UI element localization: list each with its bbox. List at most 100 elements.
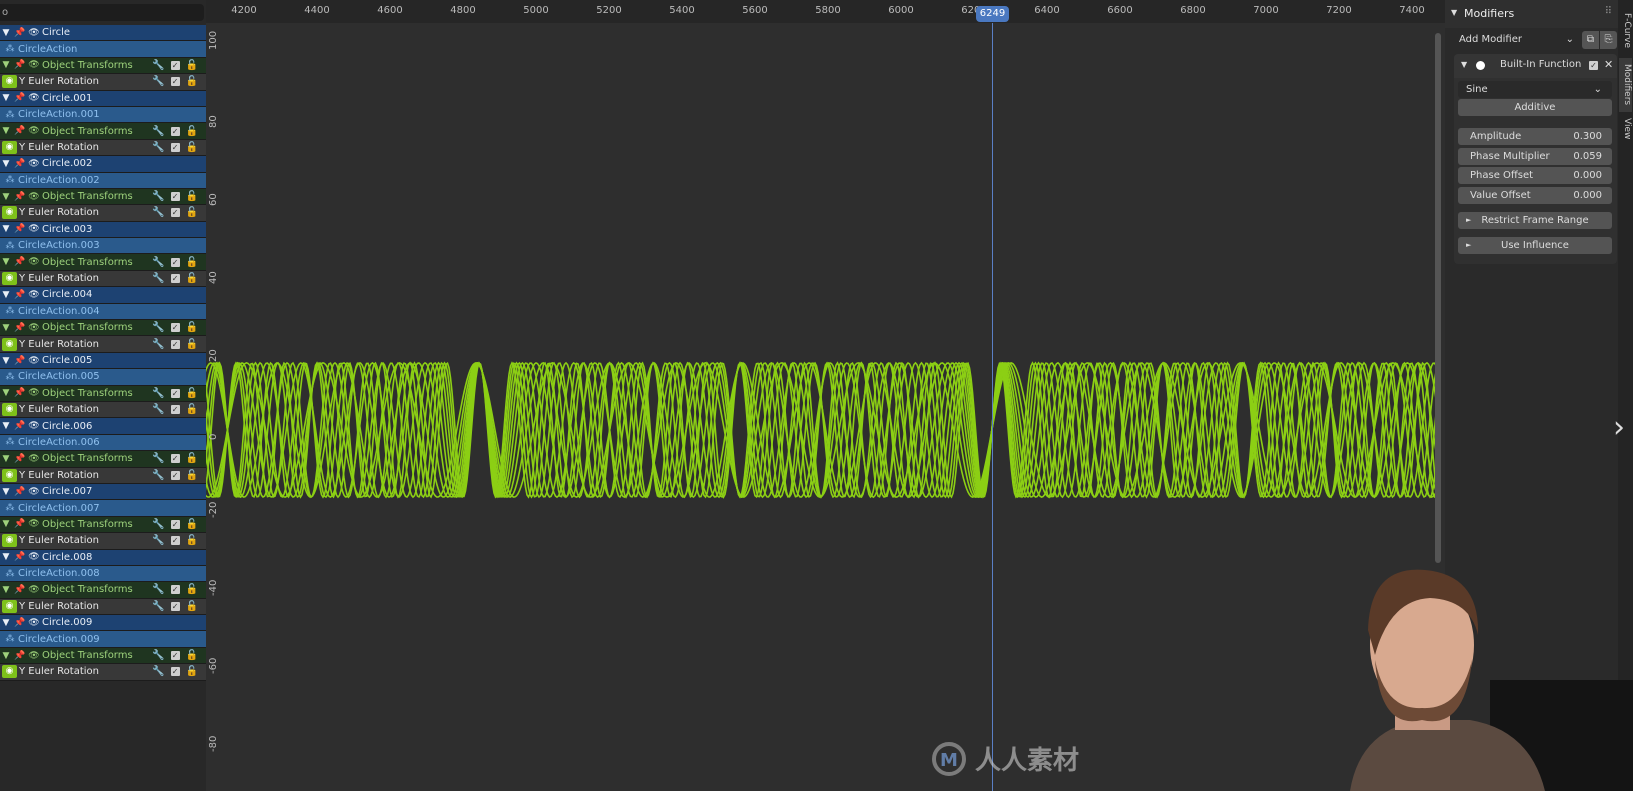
tab-view[interactable]: View	[1619, 114, 1632, 144]
copy-modifiers-icon[interactable]: ⧉	[1582, 31, 1599, 49]
modifier-wrench-icon[interactable]: 🔧	[152, 191, 164, 202]
expand-triangle-icon[interactable]: ▼	[0, 60, 12, 70]
pin-icon[interactable]: 📌	[14, 192, 26, 202]
vertical-scrollbar[interactable]	[1435, 33, 1441, 563]
channel-enable-checkbox[interactable]: ✓	[170, 405, 180, 415]
modifier-wrench-icon[interactable]: 🔧	[152, 470, 164, 481]
channel-enable-checkbox[interactable]: ✓	[170, 339, 180, 349]
channel-object[interactable]: ▼ 📌 👁 Circle.001	[0, 90, 206, 107]
channel-object[interactable]: ▼ 📌 👁 Circle.009	[0, 615, 206, 632]
channel-group[interactable]: ▼ 📌 👁 Object Transforms 🔧 ✓ 🔓	[0, 451, 206, 468]
expand-triangle-icon[interactable]: ▼	[0, 159, 12, 169]
channel-enable-checkbox[interactable]: ✓	[170, 208, 180, 218]
channel-action[interactable]: ⁂ CircleAction.007	[0, 500, 206, 517]
pin-icon[interactable]: 📌	[14, 224, 26, 234]
modifier-field[interactable]: Phase Multiplier 0.059	[1458, 147, 1612, 165]
eye-icon[interactable]: 👁	[28, 159, 40, 169]
expand-triangle-icon[interactable]: ▼	[0, 93, 12, 103]
curve-visibility-icon[interactable]: ◉	[2, 599, 17, 613]
curve-visibility-icon[interactable]: ◉	[2, 272, 17, 286]
channel-object[interactable]: ▼ 📌 👁 Circle.006	[0, 418, 206, 435]
additive-toggle[interactable]: Additive	[1458, 99, 1612, 116]
modifier-wrench-icon[interactable]: 🔧	[152, 601, 164, 612]
expand-triangle-icon[interactable]: ▼	[0, 487, 12, 497]
use-influence-panel[interactable]: ► Use Influence	[1458, 237, 1612, 254]
graph-editor[interactable]: 4200 4400 4600 4800 5000 5200 5400 5600 5800 6000…	[206, 0, 1445, 791]
paste-modifiers-icon[interactable]: ⎘	[1600, 31, 1617, 49]
lock-icon[interactable]: 🔓	[186, 453, 198, 464]
playhead-line[interactable]	[992, 23, 993, 791]
pin-icon[interactable]: 📌	[14, 585, 26, 595]
pin-icon[interactable]: 📌	[14, 126, 26, 136]
lock-icon[interactable]: 🔓	[186, 666, 198, 677]
lock-icon[interactable]: 🔓	[186, 650, 198, 661]
eye-icon[interactable]: 👁	[28, 28, 40, 38]
channel-group[interactable]: ▼ 📌 👁 Object Transforms 🔧 ✓ 🔓	[0, 320, 206, 337]
modifier-field[interactable]: Phase Offset 0.000	[1458, 167, 1612, 184]
channel-object[interactable]: ▼ 📌 👁 Circle.008	[0, 549, 206, 566]
lock-icon[interactable]: 🔓	[186, 404, 198, 415]
pin-icon[interactable]: 📌	[14, 421, 26, 431]
pin-icon[interactable]: 📌	[14, 487, 26, 497]
channel-action[interactable]: ⁂ CircleAction.009	[0, 631, 206, 648]
pin-icon[interactable]: 📌	[14, 60, 26, 70]
lock-icon[interactable]: 🔓	[186, 322, 198, 333]
channel-object[interactable]: ▼ 📌 👁 Circle.003	[0, 221, 206, 239]
pin-icon[interactable]: 📌	[14, 552, 26, 562]
channel-fcurve[interactable]: ◉ Y Euler Rotation 🔧 ✓ 🔓	[0, 139, 206, 157]
curve-visibility-icon[interactable]: ◉	[2, 337, 17, 351]
channel-group[interactable]: ▼ 📌 👁 Object Transforms 🔧 ✓ 🔓	[0, 254, 206, 271]
lock-icon[interactable]: 🔓	[186, 339, 198, 350]
pin-icon[interactable]: 📌	[14, 356, 26, 366]
expand-triangle-icon[interactable]: ▼	[0, 519, 12, 529]
channel-enable-checkbox[interactable]: ✓	[170, 651, 180, 661]
channel-enable-checkbox[interactable]: ✓	[170, 77, 180, 87]
curve-visibility-icon[interactable]: ◉	[2, 206, 17, 220]
channel-fcurve[interactable]: ◉ Y Euler Rotation 🔧 ✓ 🔓	[0, 467, 206, 484]
channel-enable-checkbox[interactable]: ✓	[170, 323, 180, 333]
expand-triangle-icon[interactable]: ▼	[0, 290, 12, 300]
modifier-wrench-icon[interactable]: 🔧	[152, 60, 164, 71]
channel-object[interactable]: ▼ 📌 👁 Circle.005	[0, 352, 206, 370]
frame-ruler[interactable]: 4200 4400 4600 4800 5000 5200 5400 5600 5800 6000…	[206, 0, 1445, 23]
modifier-wrench-icon[interactable]: 🔧	[152, 142, 164, 153]
modifier-header[interactable]: ▼ Built-In Function ✓ ✕	[1454, 54, 1617, 78]
channel-fcurve[interactable]: ◉ Y Euler Rotation 🔧 ✓ 🔓	[0, 401, 206, 419]
pin-icon[interactable]: 📌	[14, 93, 26, 103]
channel-fcurve[interactable]: ◉ Y Euler Rotation 🔧 ✓ 🔓	[0, 664, 206, 681]
expand-triangle-icon[interactable]: ▼	[0, 224, 12, 234]
channel-object[interactable]: ▼ 📌 👁 Circle.004	[0, 287, 206, 304]
pin-icon[interactable]: 📌	[14, 388, 26, 398]
eye-icon[interactable]: 👁	[28, 126, 40, 136]
channel-enable-checkbox[interactable]: ✓	[170, 519, 180, 529]
modifiers-panel-header[interactable]: ▼ Modifiers ⠿	[1445, 0, 1618, 28]
curve-visibility-icon[interactable]: ◉	[2, 534, 17, 548]
modifier-wrench-icon[interactable]: 🔧	[152, 650, 164, 661]
expand-triangle-icon[interactable]: ▼	[0, 126, 12, 136]
channel-action[interactable]: ⁂ CircleAction.005	[0, 369, 206, 386]
expand-triangle-icon[interactable]: ▼	[0, 323, 12, 333]
pin-icon[interactable]: 📌	[14, 454, 26, 464]
channel-enable-checkbox[interactable]: ✓	[170, 142, 180, 152]
channel-enable-checkbox[interactable]: ✓	[170, 667, 180, 677]
pin-icon[interactable]: 📌	[14, 651, 26, 661]
fcurve-canvas[interactable]	[206, 0, 1445, 791]
lock-icon[interactable]: 🔓	[186, 60, 198, 71]
modifier-wrench-icon[interactable]: 🔧	[152, 453, 164, 464]
function-type-dropdown[interactable]: Sine ⌄	[1458, 81, 1612, 98]
channel-enable-checkbox[interactable]: ✓	[170, 585, 180, 595]
channel-fcurve[interactable]: ◉ Y Euler Rotation 🔧 ✓ 🔓	[0, 598, 206, 616]
channel-enable-checkbox[interactable]: ✓	[170, 274, 180, 284]
channel-action[interactable]: ⁂ CircleAction.004	[0, 303, 206, 321]
expand-triangle-icon[interactable]: ▼	[0, 28, 12, 38]
eye-icon[interactable]: 👁	[28, 454, 40, 464]
lock-icon[interactable]: 🔓	[186, 126, 198, 137]
eye-icon[interactable]: 👁	[28, 585, 40, 595]
channel-enable-checkbox[interactable]: ✓	[170, 126, 180, 136]
modifier-wrench-icon[interactable]: 🔧	[152, 126, 164, 137]
modifier-wrench-icon[interactable]: 🔧	[152, 404, 164, 415]
expand-triangle-icon[interactable]: ▼	[0, 192, 12, 202]
close-icon[interactable]: ✕	[1604, 58, 1613, 71]
modifier-wrench-icon[interactable]: 🔧	[152, 584, 164, 595]
eye-icon[interactable]: 👁	[28, 388, 40, 398]
